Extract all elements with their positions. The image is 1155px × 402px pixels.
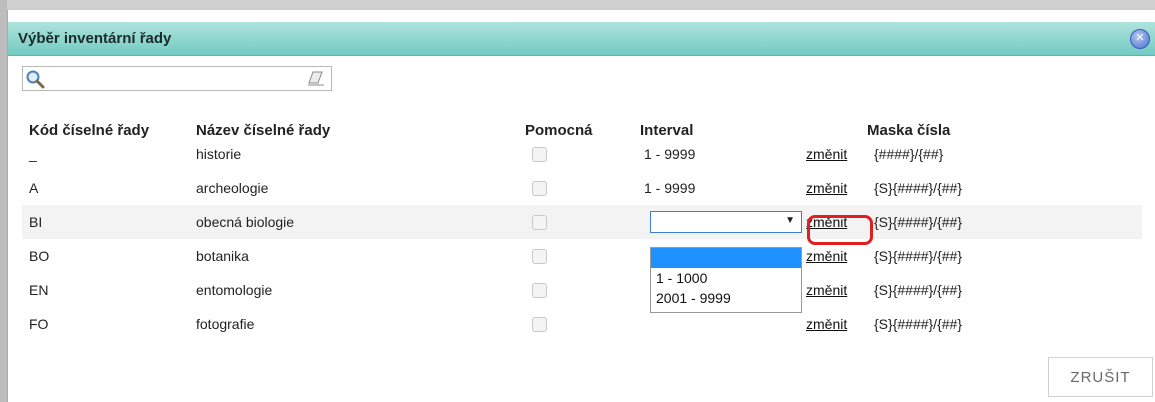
row-name: historie: [196, 146, 242, 162]
dropdown-option[interactable]: 1 - 1000: [651, 268, 801, 288]
change-interval-link[interactable]: změnit: [806, 282, 847, 298]
table-row: BO botanika změnit {S}{####}/{##}: [22, 239, 1142, 273]
row-mask: {S}{####}/{##}: [874, 180, 962, 196]
table-row: _ historie 1 - 9999 změnit {####}/{##}: [22, 137, 1142, 171]
table-row: EN entomologie změnit {S}{####}/{##}: [22, 273, 1142, 307]
auxiliary-checkbox[interactable]: [532, 249, 547, 264]
interval-dropdown-list: 1 - 1000 2001 - 9999: [650, 247, 802, 313]
row-mask: {S}{####}/{##}: [874, 282, 962, 298]
auxiliary-checkbox[interactable]: [532, 317, 547, 332]
row-mask: {S}{####}/{##}: [874, 316, 962, 332]
row-name: botanika: [196, 248, 249, 264]
table-row: A archeologie 1 - 9999 změnit {S}{####}/…: [22, 171, 1142, 205]
row-code: _: [29, 146, 37, 162]
row-interval: 1 - 9999: [644, 146, 696, 162]
dropdown-arrow-icon: ▼: [785, 215, 795, 226]
row-name: archeologie: [196, 180, 269, 196]
eraser-icon[interactable]: [307, 70, 325, 86]
search-input[interactable]: [49, 69, 303, 89]
inventory-series-dialog: Výběr inventární řady ✕ Kód číselné řady…: [7, 10, 1155, 402]
search-box[interactable]: [22, 66, 332, 91]
interval-select[interactable]: ▼: [650, 211, 802, 233]
dropdown-option[interactable]: 2001 - 9999: [651, 288, 801, 308]
page-top-border: [0, 0, 1155, 10]
row-mask: {S}{####}/{##}: [874, 248, 962, 264]
row-mask: {####}/{##}: [874, 146, 944, 162]
row-code: BI: [29, 214, 43, 230]
cancel-button[interactable]: ZRUŠIT: [1048, 357, 1153, 397]
auxiliary-checkbox[interactable]: [532, 215, 547, 230]
dropdown-option[interactable]: [651, 248, 801, 268]
row-name: fotografie: [196, 316, 255, 332]
change-interval-link[interactable]: změnit: [806, 248, 847, 264]
row-interval: 1 - 9999: [644, 180, 696, 196]
search-icon: [26, 70, 45, 89]
table-row: FO fotografie změnit {S}{####}/{##}: [22, 307, 1142, 341]
row-name: entomologie: [196, 282, 273, 298]
auxiliary-checkbox[interactable]: [532, 181, 547, 196]
auxiliary-checkbox[interactable]: [532, 147, 547, 162]
table-row: BI obecná biologie ▼ změnit {S}{####}/{#…: [22, 205, 1142, 239]
highlight-annotation: [807, 215, 873, 245]
row-mask: {S}{####}/{##}: [874, 214, 962, 230]
dialog-titlebar: Výběr inventární řady ✕: [8, 22, 1155, 56]
close-icon[interactable]: ✕: [1130, 29, 1150, 49]
row-code: A: [29, 180, 39, 196]
dialog-title: Výběr inventární řady: [18, 30, 172, 47]
auxiliary-checkbox[interactable]: [532, 283, 547, 298]
change-interval-link[interactable]: změnit: [806, 146, 847, 162]
change-interval-link[interactable]: změnit: [806, 180, 847, 196]
change-interval-link[interactable]: změnit: [806, 316, 847, 332]
row-code: BO: [29, 248, 50, 264]
row-code: EN: [29, 282, 49, 298]
page-left-border: [0, 0, 7, 402]
row-code: FO: [29, 316, 49, 332]
row-name: obecná biologie: [196, 214, 295, 230]
